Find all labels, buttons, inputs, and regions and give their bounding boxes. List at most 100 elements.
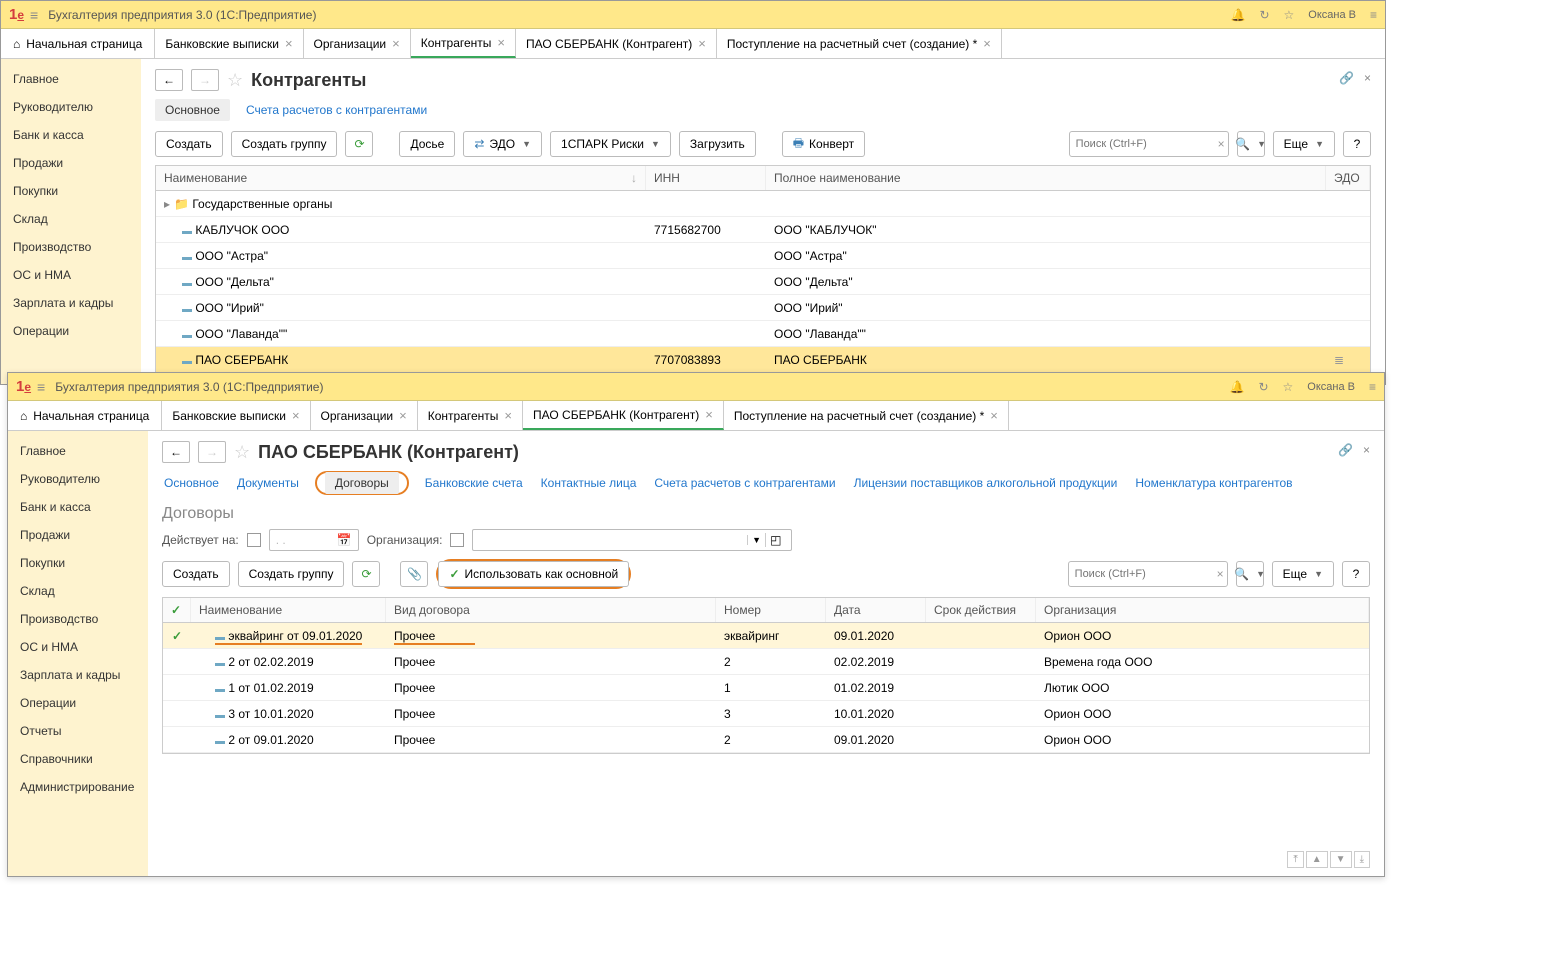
help-button[interactable]: ? [1342,561,1370,587]
use-as-main-button[interactable]: ✓Использовать как основной [438,561,629,587]
dossier-button[interactable]: Досье [399,131,455,157]
envelope-button[interactable]: 🖶Конверт [782,131,865,157]
close-icon[interactable]: × [1364,71,1371,85]
nav-down[interactable]: ▼ [1330,851,1352,868]
star-icon[interactable]: ☆ [1284,8,1295,22]
search-input[interactable]: × [1069,131,1229,157]
nav-last[interactable]: ⤓ [1354,851,1370,868]
table-row[interactable]: ▬ 2 от 09.01.2020Прочее209.01.2020Орион … [163,727,1369,753]
col-valid[interactable]: Срок действия [926,598,1036,622]
filter-org-select[interactable]: ▼◰ [472,529,792,551]
create-button[interactable]: Создать [155,131,223,157]
search-button[interactable]: 🔍▼ [1236,561,1264,587]
table-row[interactable]: ▬ КАБЛУЧОК ООО7715682700ООО "КАБЛУЧОК" [156,217,1370,243]
edo-button[interactable]: ⇄ЭДО▼ [463,131,542,157]
table-row[interactable]: ▬ ООО "Лаванда""ООО "Лаванда"" [156,321,1370,347]
tab-bank-statements[interactable]: Банковские выписки× [155,29,303,58]
close-icon[interactable]: × [698,36,706,51]
col-fullname[interactable]: Полное наименование [766,166,1326,190]
sidebar-item-manager[interactable]: Руководителю [1,93,141,121]
more-button[interactable]: Еще▼ [1272,561,1334,587]
refresh-button[interactable]: ⟳ [352,561,380,587]
calendar-icon[interactable]: 📅 [337,533,352,547]
back-button[interactable]: ← [155,69,183,91]
menu-icon[interactable]: ≡ [37,379,45,395]
table-row[interactable]: ▸📁 Государственные органы [156,191,1370,217]
help-button[interactable]: ? [1343,131,1371,157]
favorite-icon[interactable]: ☆ [227,70,243,91]
link-icon[interactable]: 🔗 [1339,71,1354,85]
close-icon[interactable]: × [497,35,505,50]
tab-sberbank[interactable]: ПАО СБЕРБАНК (Контрагент)× [516,29,717,58]
sidebar-item-manager[interactable]: Руководителю [8,465,148,493]
filter-org-checkbox[interactable] [450,533,464,547]
subtab-accounts[interactable]: Счета расчетов с контрагентами [652,472,837,494]
subtab-bank-accounts[interactable]: Банковские счета [423,472,525,494]
spark-button[interactable]: 1СПАРК Риски▼ [550,131,671,157]
col-name[interactable]: Наименование [164,171,247,185]
tab-organizations[interactable]: Организации× [304,29,411,58]
close-icon[interactable]: × [990,408,998,423]
refresh-button[interactable]: ⟳ [345,131,373,157]
close-icon[interactable]: × [292,408,300,423]
forward-button[interactable]: → [191,69,219,91]
subtab-main[interactable]: Основное [162,472,221,494]
sidebar-item-salary[interactable]: Зарплата и кадры [1,289,141,317]
user-name[interactable]: Оксана В [1307,381,1355,393]
subtab-main[interactable]: Основное [155,99,230,121]
search-button[interactable]: 🔍▼ [1237,131,1265,157]
subtab-contracts[interactable]: Договоры [325,472,399,494]
sidebar-item-salary[interactable]: Зарплата и кадры [8,661,148,689]
subtab-nomenclature[interactable]: Номенклатура контрагентов [1133,472,1294,494]
close-icon[interactable]: × [705,407,713,422]
sidebar-item-bank[interactable]: Банк и касса [8,493,148,521]
tab-counterparties[interactable]: Контрагенты× [411,29,516,58]
more-button[interactable]: Еще▼ [1273,131,1335,157]
star-icon[interactable]: ☆ [1283,380,1294,394]
menu-icon[interactable]: ≡ [30,7,38,23]
table-row[interactable]: ✓▬ эквайринг от 09.01.2020Прочееэквайрин… [163,623,1369,649]
col-org[interactable]: Организация [1036,598,1369,622]
table-row[interactable]: ▬ ООО "Ирий"ООО "Ирий" [156,295,1370,321]
sidebar-item-operations[interactable]: Операции [1,317,141,345]
nav-up[interactable]: ▲ [1306,851,1328,868]
col-name[interactable]: Наименование [191,598,386,622]
close-icon[interactable]: × [285,36,293,51]
tab-home[interactable]: ⌂Начальная страница [8,401,162,430]
forward-button[interactable]: → [198,441,226,463]
back-button[interactable]: ← [162,441,190,463]
filter-date-checkbox[interactable] [247,533,261,547]
sidebar-item-sales[interactable]: Продажи [8,521,148,549]
sidebar-item-purchases[interactable]: Покупки [8,549,148,577]
filter-date-input[interactable]: . .📅 [269,529,359,551]
subtab-documents[interactable]: Документы [235,472,301,494]
subtab-contacts[interactable]: Контактные лица [539,472,639,494]
open-icon[interactable]: ◰ [765,533,785,547]
close-icon[interactable]: × [504,408,512,423]
sidebar-item-warehouse[interactable]: Склад [8,577,148,605]
sidebar-item-production[interactable]: Производство [8,605,148,633]
sidebar-item-catalogs[interactable]: Справочники [8,745,148,773]
sidebar-item-reports[interactable]: Отчеты [8,717,148,745]
close-icon[interactable]: × [983,36,991,51]
table-row[interactable]: ▬ 3 от 10.01.2020Прочее310.01.2020Орион … [163,701,1369,727]
load-button[interactable]: Загрузить [679,131,756,157]
tab-receipt[interactable]: Поступление на расчетный счет (создание)… [717,29,1002,58]
sidebar-item-production[interactable]: Производство [1,233,141,261]
favorite-icon[interactable]: ☆ [234,442,250,463]
tab-bank-statements[interactable]: Банковские выписки× [162,401,310,430]
table-row[interactable]: ▬ ООО "Дельта"ООО "Дельта" [156,269,1370,295]
tab-home[interactable]: ⌂Начальная страница [1,29,155,58]
tab-organizations[interactable]: Организации× [311,401,418,430]
col-num[interactable]: Номер [716,598,826,622]
col-type[interactable]: Вид договора [386,598,716,622]
history-icon[interactable]: ↻ [1259,8,1269,22]
history-icon[interactable]: ↻ [1258,380,1268,394]
create-group-button[interactable]: Создать группу [238,561,345,587]
link-icon[interactable]: 🔗 [1338,443,1353,457]
create-button[interactable]: Создать [162,561,230,587]
table-row[interactable]: ▬ 2 от 02.02.2019Прочее202.02.2019Времен… [163,649,1369,675]
clear-icon[interactable]: × [1218,137,1225,151]
sidebar-item-bank[interactable]: Банк и касса [1,121,141,149]
table-row[interactable]: ▬ ПАО СБЕРБАНК7707083893ПАО СБЕРБАНК≣ [156,347,1370,373]
